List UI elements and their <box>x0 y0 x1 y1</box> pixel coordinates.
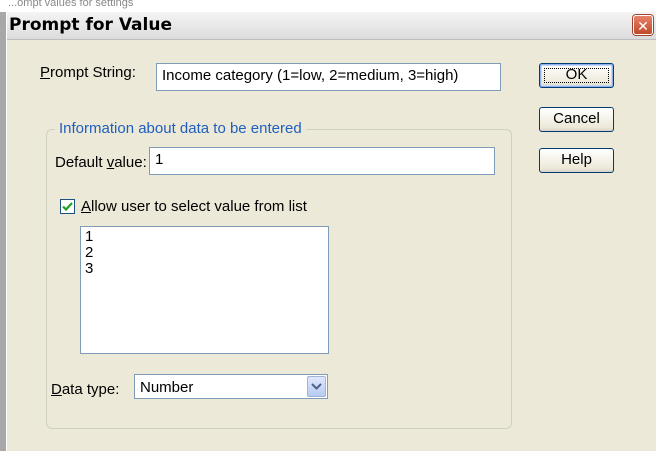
allow-list-checkbox[interactable] <box>60 199 75 214</box>
default-value-label: Default value: <box>55 154 147 171</box>
groupbox-title: Information about data to be entered <box>55 120 306 137</box>
data-type-label: Data type: <box>51 381 120 398</box>
allow-list-label[interactable]: Allow user to select value from list <box>81 198 307 215</box>
background-window-strip: ...ompt values for settings <box>0 0 656 12</box>
screen: ...ompt values for settings Prompt for V… <box>0 0 656 451</box>
prompt-string-input[interactable]: Income category (1=low, 2=medium, 3=high… <box>156 63 501 91</box>
ok-button[interactable]: OK <box>539 63 614 88</box>
dialog-title: Prompt for Value <box>9 15 172 35</box>
close-icon: ✕ <box>637 18 649 34</box>
data-type-select[interactable]: Number <box>134 374 328 399</box>
list-item[interactable]: 3 <box>85 261 324 277</box>
list-item[interactable]: 2 <box>85 245 324 261</box>
default-value-input[interactable]: 1 <box>149 147 495 175</box>
data-type-value: Number <box>140 379 194 396</box>
prompt-for-value-dialog: Prompt for Value ✕ Prompt String: Income… <box>6 12 656 451</box>
chevron-down-icon <box>311 383 322 390</box>
check-mark-icon <box>62 202 73 212</box>
list-item[interactable]: 1 <box>85 229 324 245</box>
help-button[interactable]: Help <box>539 148 614 173</box>
background-window-text: ...ompt values for settings <box>8 0 134 9</box>
close-button[interactable]: ✕ <box>633 15 653 35</box>
title-bar[interactable]: Prompt for Value ✕ <box>7 12 656 40</box>
cancel-button[interactable]: Cancel <box>539 107 614 132</box>
dropdown-button[interactable] <box>307 376 326 397</box>
prompt-string-label: Prompt String: <box>40 64 136 81</box>
value-list[interactable]: 1 2 3 <box>80 226 329 354</box>
